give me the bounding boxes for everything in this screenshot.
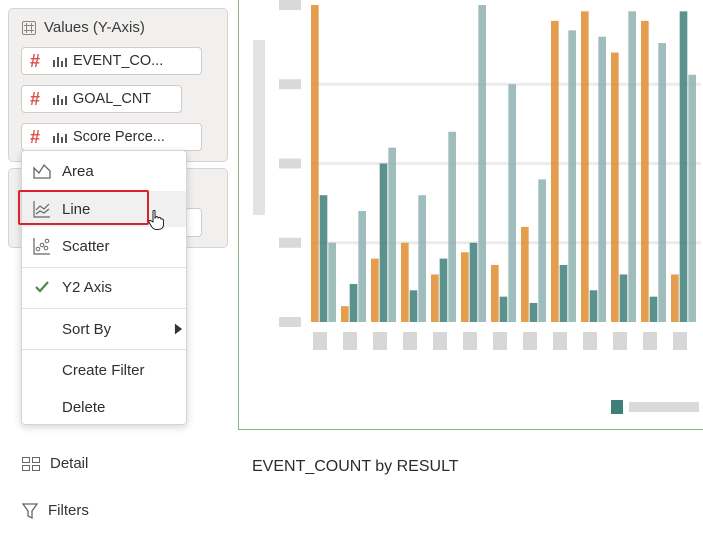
x-tick-label	[373, 332, 387, 350]
chart-bar	[478, 5, 486, 322]
chart-bar	[628, 11, 636, 323]
chart-bar	[658, 43, 666, 322]
menu-item-delete[interactable]: Delete	[22, 389, 186, 425]
x-tick-label	[643, 332, 657, 350]
highlight-box	[18, 190, 149, 225]
chart-bar	[589, 290, 598, 322]
x-tick-label	[583, 332, 597, 350]
x-tick-label	[343, 332, 357, 350]
menu-item-y2-axis[interactable]: Y2 Axis	[22, 269, 186, 305]
pill-label: EVENT_CO...	[73, 53, 164, 69]
bar-chart-icon	[53, 95, 67, 105]
chart-bar	[499, 296, 508, 322]
chart-bar	[448, 131, 456, 322]
measure-hash-icon: #	[30, 126, 41, 147]
chart-bar	[431, 274, 439, 322]
x-tick-label	[463, 332, 477, 350]
x-tick-label	[313, 332, 327, 350]
chart-bar	[551, 20, 559, 322]
pill-label: GOAL_CNT	[73, 91, 152, 107]
y-tick-label	[279, 317, 301, 327]
bar-chart-icon	[53, 133, 67, 143]
chart-bar	[491, 264, 499, 322]
menu-item-sort-by[interactable]: Sort By	[22, 311, 186, 347]
nav-filters[interactable]: Filters	[22, 502, 89, 519]
bar-chart-icon	[53, 57, 67, 67]
chart-bar	[461, 252, 469, 322]
chart-bar	[349, 283, 358, 322]
chart-bar	[581, 11, 589, 323]
chart-bar	[379, 163, 388, 322]
chart-bar	[671, 274, 679, 322]
chart-bar	[319, 195, 328, 322]
chart-bar	[521, 226, 529, 322]
y-tick-label	[279, 237, 301, 248]
y-tick-label	[279, 0, 301, 10]
x-tick-label	[613, 332, 627, 350]
chart-bar	[328, 242, 336, 322]
chart-bar	[611, 52, 619, 323]
x-tick-label	[493, 332, 507, 350]
bar-chart	[253, 0, 701, 414]
menu-item-area[interactable]: Area	[22, 153, 186, 189]
nav-filters-label: Filters	[48, 502, 89, 519]
pill-score-percent[interactable]: # Score Perce...	[21, 123, 202, 151]
pill-label: Score Perce...	[73, 129, 165, 145]
menu-item-create-filter[interactable]: Create Filter	[22, 352, 186, 388]
chart-bar	[508, 84, 516, 322]
chart-caption: EVENT_COUNT by RESULT	[252, 458, 459, 475]
measure-hash-icon: #	[30, 50, 41, 71]
chart-bar	[358, 211, 366, 322]
chart-bar	[598, 36, 606, 322]
chart-bar	[469, 242, 478, 322]
chart-bar	[538, 179, 546, 322]
y-tick-label	[279, 158, 301, 169]
menu-item-scatter[interactable]: Scatter	[22, 228, 186, 264]
menu-separator	[22, 308, 186, 309]
pill-goal-cnt[interactable]: # GOAL_CNT	[21, 85, 182, 113]
chart-bar	[688, 74, 696, 323]
detail-grid-icon	[22, 456, 40, 471]
measure-hash-icon: #	[30, 88, 41, 109]
values-title-text: Values (Y-Axis)	[44, 19, 145, 36]
area-chart-icon	[33, 163, 51, 179]
chart-bar	[401, 242, 409, 322]
chart-bar	[641, 20, 649, 322]
x-tick-label	[553, 332, 567, 350]
menu-separator	[22, 349, 186, 350]
chart-bar	[418, 195, 426, 322]
x-tick-label	[433, 332, 447, 350]
checkmark-icon	[35, 281, 49, 293]
chart-bar	[568, 30, 576, 323]
x-tick-label	[523, 332, 537, 350]
x-tick-label	[403, 332, 417, 350]
x-tick-label	[673, 332, 687, 350]
nav-detail[interactable]: Detail	[22, 455, 88, 472]
filter-funnel-icon	[22, 502, 38, 519]
nav-detail-label: Detail	[50, 455, 89, 472]
chart-bar	[311, 5, 319, 322]
y-axis-title	[253, 40, 265, 215]
chart-bar	[559, 264, 568, 322]
hash-grid-icon	[22, 20, 36, 35]
legend-swatch	[611, 400, 623, 414]
chart-bar	[529, 302, 538, 322]
scatter-chart-icon	[33, 238, 50, 255]
chart-bar	[679, 11, 688, 323]
chevron-right-icon	[174, 323, 183, 335]
chart-bar	[388, 147, 396, 322]
y-tick-label	[279, 79, 301, 90]
legend-label	[629, 402, 699, 412]
chart-bar	[619, 274, 628, 322]
chart-bar	[649, 296, 658, 322]
chart-bar	[409, 290, 418, 322]
menu-separator	[22, 267, 186, 268]
hand-cursor-icon	[148, 210, 164, 230]
chart-bar	[371, 258, 379, 322]
chart-bar	[439, 258, 448, 322]
pill-event-count[interactable]: # EVENT_CO...	[21, 47, 202, 75]
values-section-title: Values (Y-Axis)	[22, 19, 145, 36]
chart-bar	[341, 306, 349, 322]
